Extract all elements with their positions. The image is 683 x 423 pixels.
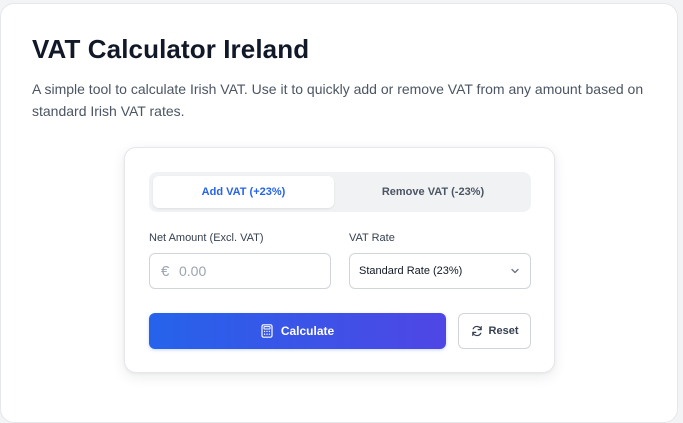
vat-rate-label: VAT Rate — [349, 232, 395, 244]
calculator-icon — [261, 324, 273, 338]
vat-rate-selected-value: Standard Rate (23%) — [359, 265, 463, 277]
calculator-card: Add VAT (+23%) Remove VAT (-23%) Net Amo… — [124, 147, 555, 373]
euro-icon: € — [161, 263, 170, 280]
net-amount-field: € — [149, 253, 331, 289]
refresh-icon — [471, 325, 482, 337]
page-description: A simple tool to calculate Irish VAT. Us… — [32, 81, 644, 119]
tab-remove-vat[interactable]: Remove VAT (-23%) — [339, 176, 527, 208]
vat-rate-select[interactable]: Standard Rate (23%) — [349, 253, 531, 289]
calculate-button-label: Calculate — [280, 324, 335, 338]
chevron-down-icon — [511, 268, 519, 274]
net-amount-label: Net Amount (Excl. VAT) — [149, 232, 264, 244]
mode-tabs: Add VAT (+23%) Remove VAT (-23%) — [149, 172, 531, 212]
net-amount-input[interactable] — [179, 254, 324, 288]
reset-button[interactable]: Reset — [458, 313, 531, 349]
calculate-button[interactable]: Calculate — [149, 313, 446, 349]
reset-button-label: Reset — [488, 325, 519, 337]
main-panel: VAT Calculator Ireland A simple tool to … — [0, 3, 678, 423]
page-title: VAT Calculator Ireland — [32, 34, 310, 64]
tab-add-vat[interactable]: Add VAT (+23%) — [153, 176, 334, 208]
